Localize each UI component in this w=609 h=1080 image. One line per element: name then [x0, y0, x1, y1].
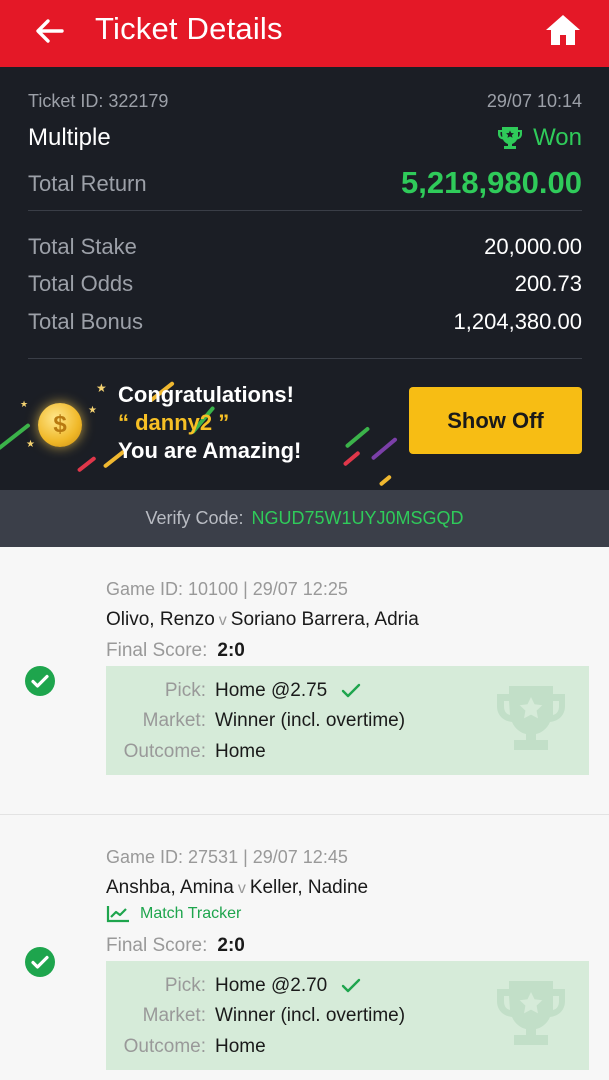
stake-label: Total Stake	[28, 234, 137, 259]
congrats-message: Congratulations! “ danny2 ” You are Amaz…	[118, 381, 301, 465]
bet-type-row: Multiple Won	[28, 124, 582, 152]
check-circle-icon	[25, 666, 55, 696]
outcome-label: Outcome:	[123, 741, 206, 762]
trophy-icon	[497, 981, 565, 1045]
page-title: Ticket Details	[95, 11, 283, 46]
total-return-label: Total Return	[28, 171, 147, 196]
show-off-button[interactable]: Show Off	[409, 387, 582, 454]
game-card: Game ID: 27531 | 29/07 12:45 Anshba, Ami…	[0, 815, 609, 1080]
total-return-value: 5,218,980.00	[400, 165, 582, 200]
market-label: Market:	[142, 710, 206, 731]
market-label: Market:	[142, 1005, 206, 1026]
sparkle-icon: ★	[88, 405, 97, 416]
final-score-value: 2:0	[217, 935, 245, 956]
game-card: Game ID: 10100 | 29/07 12:25 Olivo, Renz…	[0, 547, 609, 814]
game-teams: Anshba, Amina v Keller, Nadine	[106, 877, 368, 899]
ticket-id-row: Ticket ID: 322179 29/07 10:14	[28, 91, 582, 112]
bet-type: Multiple	[28, 124, 111, 151]
outcome-label: Outcome:	[123, 1036, 206, 1057]
bonus-label: Total Bonus	[28, 309, 143, 334]
total-return-row: Total Return 5,218,980.00	[28, 165, 582, 200]
match-tracker-link[interactable]: Match Tracker	[106, 905, 241, 923]
trophy-icon	[497, 686, 565, 750]
sparkle-icon: ★	[26, 439, 35, 450]
game-header: Game ID: 10100 | 29/07 12:25	[106, 579, 348, 599]
outcome-value: Home	[215, 1036, 266, 1057]
app-bar: Ticket Details	[0, 0, 609, 67]
back-arrow-icon[interactable]	[32, 14, 66, 48]
trophy-icon	[498, 127, 523, 149]
coin-icon: $	[38, 403, 82, 447]
stake-row: Total Stake 20,000.00	[28, 234, 582, 260]
verify-code[interactable]: NGUD75W1UYJ0MSGQD	[252, 508, 464, 528]
final-score-label: Final Score:	[106, 640, 208, 661]
divider	[28, 210, 582, 211]
market-value: Winner (incl. overtime)	[215, 1005, 406, 1026]
game-teams: Olivo, Renzo v Soriano Barrera, Adria	[106, 609, 419, 631]
final-score: Final Score: 2:0	[106, 935, 245, 957]
pick-value-row: Home @2.70	[215, 975, 361, 997]
sparkle-icon: ★	[96, 381, 107, 395]
odds-value: 200.73	[514, 271, 582, 296]
congrats-line: Congratulations!	[118, 382, 294, 407]
congrats-username: “ danny2 ”	[118, 410, 230, 435]
final-score-value: 2:0	[217, 640, 245, 661]
confetti-streak	[76, 455, 97, 473]
pick-box: Pick: Home @2.70 Market: Winner (incl. o…	[106, 961, 589, 1070]
confetti-streak	[370, 436, 398, 461]
pick-label: Pick:	[164, 680, 206, 701]
away-team: Keller, Nadine	[249, 877, 369, 898]
odds-row: Total Odds 200.73	[28, 271, 582, 297]
game-header: Game ID: 27531 | 29/07 12:45	[106, 847, 348, 867]
checkmark-icon	[342, 683, 361, 698]
market-value: Winner (incl. overtime)	[215, 710, 406, 731]
confetti-streak	[342, 450, 361, 467]
pick-value: Home @2.70	[215, 975, 328, 996]
confetti-streak	[344, 426, 371, 449]
odds-label: Total Odds	[28, 271, 134, 296]
ticket-summary: Ticket ID: 322179 29/07 10:14 Multiple W…	[0, 67, 609, 490]
bonus-row: Total Bonus 1,204,380.00	[28, 309, 582, 335]
pick-value-row: Home @2.75	[215, 680, 361, 702]
vs-label: v	[237, 880, 246, 897]
vs-label: v	[218, 612, 227, 629]
verify-label: Verify Code:	[145, 508, 244, 528]
ticket-datetime: 29/07 10:14	[486, 91, 582, 111]
final-score: Final Score: 2:0	[106, 640, 245, 662]
home-icon[interactable]	[545, 13, 581, 47]
won-status: Won	[497, 124, 582, 152]
checkmark-icon	[342, 978, 361, 993]
status-label: Won	[533, 124, 582, 151]
stake-value: 20,000.00	[484, 234, 582, 259]
bonus-value: 1,204,380.00	[453, 309, 582, 334]
verify-code-bar: Verify Code: NGUD75W1UYJ0MSGQD	[0, 490, 609, 547]
pick-box: Pick: Home @2.75 Market: Winner (incl. o…	[106, 666, 589, 775]
home-team: Anshba, Amina	[106, 877, 234, 898]
match-tracker-label[interactable]: Match Tracker	[140, 905, 241, 923]
chart-icon	[106, 906, 129, 923]
ticket-id: Ticket ID: 322179	[28, 91, 169, 111]
sparkle-icon: ★	[20, 399, 29, 409]
confetti-streak	[378, 474, 393, 487]
congrats-line: You are Amazing!	[118, 438, 302, 463]
away-team: Soriano Barrera, Adria	[230, 609, 419, 630]
check-circle-icon	[25, 947, 55, 977]
final-score-label: Final Score:	[106, 935, 208, 956]
outcome-value: Home	[215, 741, 266, 762]
home-team: Olivo, Renzo	[106, 609, 215, 630]
pick-value: Home @2.75	[215, 680, 328, 701]
congrats-banner: ★ ★ ★ ★ $ Congratulations! “ danny2 ” Yo…	[0, 359, 609, 490]
pick-label: Pick:	[164, 975, 206, 996]
